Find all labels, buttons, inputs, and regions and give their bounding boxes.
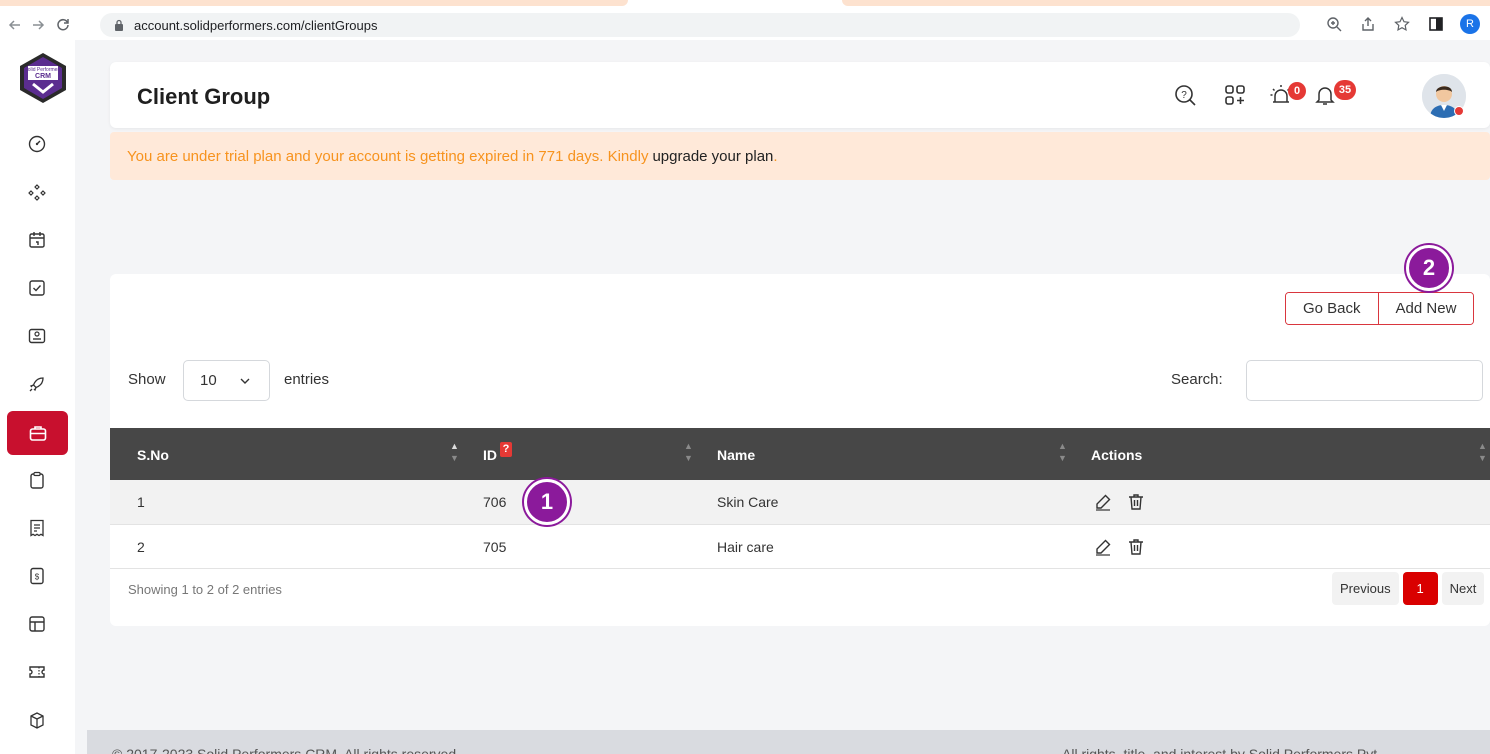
client-group-card: Go Back Add New Show 10 entries Search: …: [110, 274, 1490, 626]
sidebar-item-dashboard[interactable]: [12, 124, 62, 164]
edit-icon[interactable]: [1093, 492, 1113, 512]
upgrade-plan-link[interactable]: upgrade your plan: [652, 148, 773, 165]
notification-badge: 35: [1334, 80, 1356, 100]
column-actions[interactable]: Actions ▲ ▼: [1064, 428, 1490, 480]
reload-icon[interactable]: [52, 14, 74, 36]
briefcase-icon: [29, 426, 46, 441]
receipt-icon: [30, 519, 44, 537]
next-page-button[interactable]: Next: [1441, 572, 1485, 605]
pagination: Previous 1 Next: [1332, 572, 1485, 605]
sidebar: Solid Performers CRM $: [0, 40, 75, 754]
table-icon: [29, 616, 45, 632]
logo-text: CRM: [35, 73, 51, 80]
table-info: Showing 1 to 2 of 2 entries: [128, 582, 282, 597]
lock-icon: [114, 19, 126, 31]
zoom-icon[interactable]: [1324, 14, 1344, 34]
share-icon[interactable]: [1358, 14, 1378, 34]
previous-page-button[interactable]: Previous: [1332, 572, 1399, 605]
back-arrow-icon[interactable]: [4, 14, 26, 36]
edit-icon[interactable]: [1093, 537, 1113, 557]
side-panel-icon[interactable]: [1426, 14, 1446, 34]
dashboard-icon: [28, 135, 46, 153]
step-marker-2: 2: [1406, 245, 1452, 291]
address-bar[interactable]: account.solidperformers.com/clientGroups: [100, 13, 1300, 37]
entries-label: entries: [284, 371, 330, 388]
browser-toolbar: account.solidperformers.com/clientGroups…: [0, 10, 1490, 40]
bookmark-star-icon[interactable]: [1392, 14, 1412, 34]
row-sno: 1: [137, 494, 145, 510]
sidebar-item-tickets[interactable]: [12, 652, 62, 692]
id-help-badge[interactable]: ?: [500, 442, 512, 457]
search-icon[interactable]: ?: [1172, 82, 1198, 108]
browser-profile-avatar[interactable]: R: [1460, 14, 1480, 34]
apps-icon: [28, 184, 46, 201]
table-row[interactable]: 1 706 Skin Care: [110, 480, 1490, 524]
sidebar-item-invoices[interactable]: $: [12, 556, 62, 596]
sidebar-item-receipts[interactable]: [12, 508, 62, 548]
sidebar-item-table[interactable]: [12, 604, 62, 644]
sidebar-item-calendar[interactable]: [12, 220, 62, 260]
row-id: 706: [483, 494, 507, 510]
sidebar-item-client-groups[interactable]: [7, 411, 68, 455]
trial-message: You are under trial plan and your accoun…: [127, 147, 649, 165]
url-text: account.solidperformers.com/clientGroups: [134, 17, 378, 33]
delete-trash-icon[interactable]: [1126, 537, 1146, 557]
svg-text:?: ?: [1181, 90, 1187, 101]
sidebar-item-clipboard[interactable]: [12, 460, 62, 500]
task-icon: [29, 280, 45, 296]
footer-rights: All rights, title, and interest by Solid…: [1062, 746, 1382, 754]
rocket-icon: [29, 377, 44, 392]
sort-icon: ▲ ▼: [1478, 441, 1487, 463]
invoice-icon: $: [30, 567, 44, 585]
row-id: 705: [483, 538, 507, 555]
browser-tab-strip: [0, 0, 1490, 10]
clipboard-icon: [30, 471, 44, 489]
trial-end: .: [773, 147, 778, 165]
delete-trash-icon[interactable]: [1126, 492, 1146, 512]
search-label: Search:: [1171, 371, 1223, 388]
add-new-button[interactable]: Add New: [1377, 293, 1474, 324]
sidebar-item-projects[interactable]: [12, 364, 62, 404]
client-group-table: S.No ▲ ▼ ID? ▲ ▼ Name ▲ ▼ Actions ▲ ▼ 1 …: [110, 428, 1490, 569]
page-size-select[interactable]: 10: [183, 360, 270, 401]
browser-tab[interactable]: [842, 0, 1490, 6]
step-marker-1: 1: [524, 479, 570, 525]
trial-banner: You are under trial plan and your accoun…: [110, 132, 1490, 180]
browser-tab[interactable]: [0, 0, 628, 6]
add-app-icon[interactable]: [1222, 82, 1248, 108]
action-button-group: Go Back Add New: [1285, 292, 1475, 325]
page-header: Client Group ? 0 35: [110, 62, 1490, 128]
row-name: Hair care: [717, 538, 774, 555]
sidebar-item-apps[interactable]: [12, 172, 62, 212]
column-sno[interactable]: S.No ▲ ▼: [110, 428, 459, 480]
page-size-value: 10: [200, 372, 217, 389]
online-status-dot: [1454, 106, 1464, 116]
forward-arrow-icon[interactable]: [27, 14, 49, 36]
alarm-badge: 0: [1288, 82, 1306, 100]
calendar-icon: [29, 232, 45, 248]
table-row[interactable]: 2 705 Hair care: [110, 524, 1490, 568]
row-sno: 2: [137, 538, 145, 555]
column-id[interactable]: ID? ▲ ▼: [456, 428, 693, 480]
sidebar-item-tasks[interactable]: [12, 268, 62, 308]
show-label: Show: [128, 371, 166, 388]
current-page-button[interactable]: 1: [1402, 572, 1438, 605]
search-input[interactable]: [1246, 360, 1483, 401]
app-logo[interactable]: Solid Performers CRM: [17, 52, 69, 104]
sidebar-item-layers[interactable]: [12, 700, 62, 740]
ticket-icon: [29, 666, 45, 678]
layers-icon: [30, 712, 44, 729]
chevron-down-icon: [239, 374, 251, 391]
contact-card-icon: [28, 328, 46, 344]
footer-copyright: © 2017-2023 Solid Performers CRM. All ri…: [112, 746, 461, 754]
page-title: Client Group: [137, 84, 271, 109]
column-name[interactable]: Name ▲ ▼: [690, 428, 1067, 480]
table-header-row: S.No ▲ ▼ ID? ▲ ▼ Name ▲ ▼ Actions ▲ ▼: [110, 428, 1490, 480]
row-name: Skin Care: [717, 494, 779, 510]
svg-text:$: $: [35, 573, 40, 582]
sidebar-item-contacts[interactable]: [12, 316, 62, 356]
go-back-button[interactable]: Go Back: [1286, 293, 1378, 324]
footer: © 2017-2023 Solid Performers CRM. All ri…: [87, 730, 1490, 754]
